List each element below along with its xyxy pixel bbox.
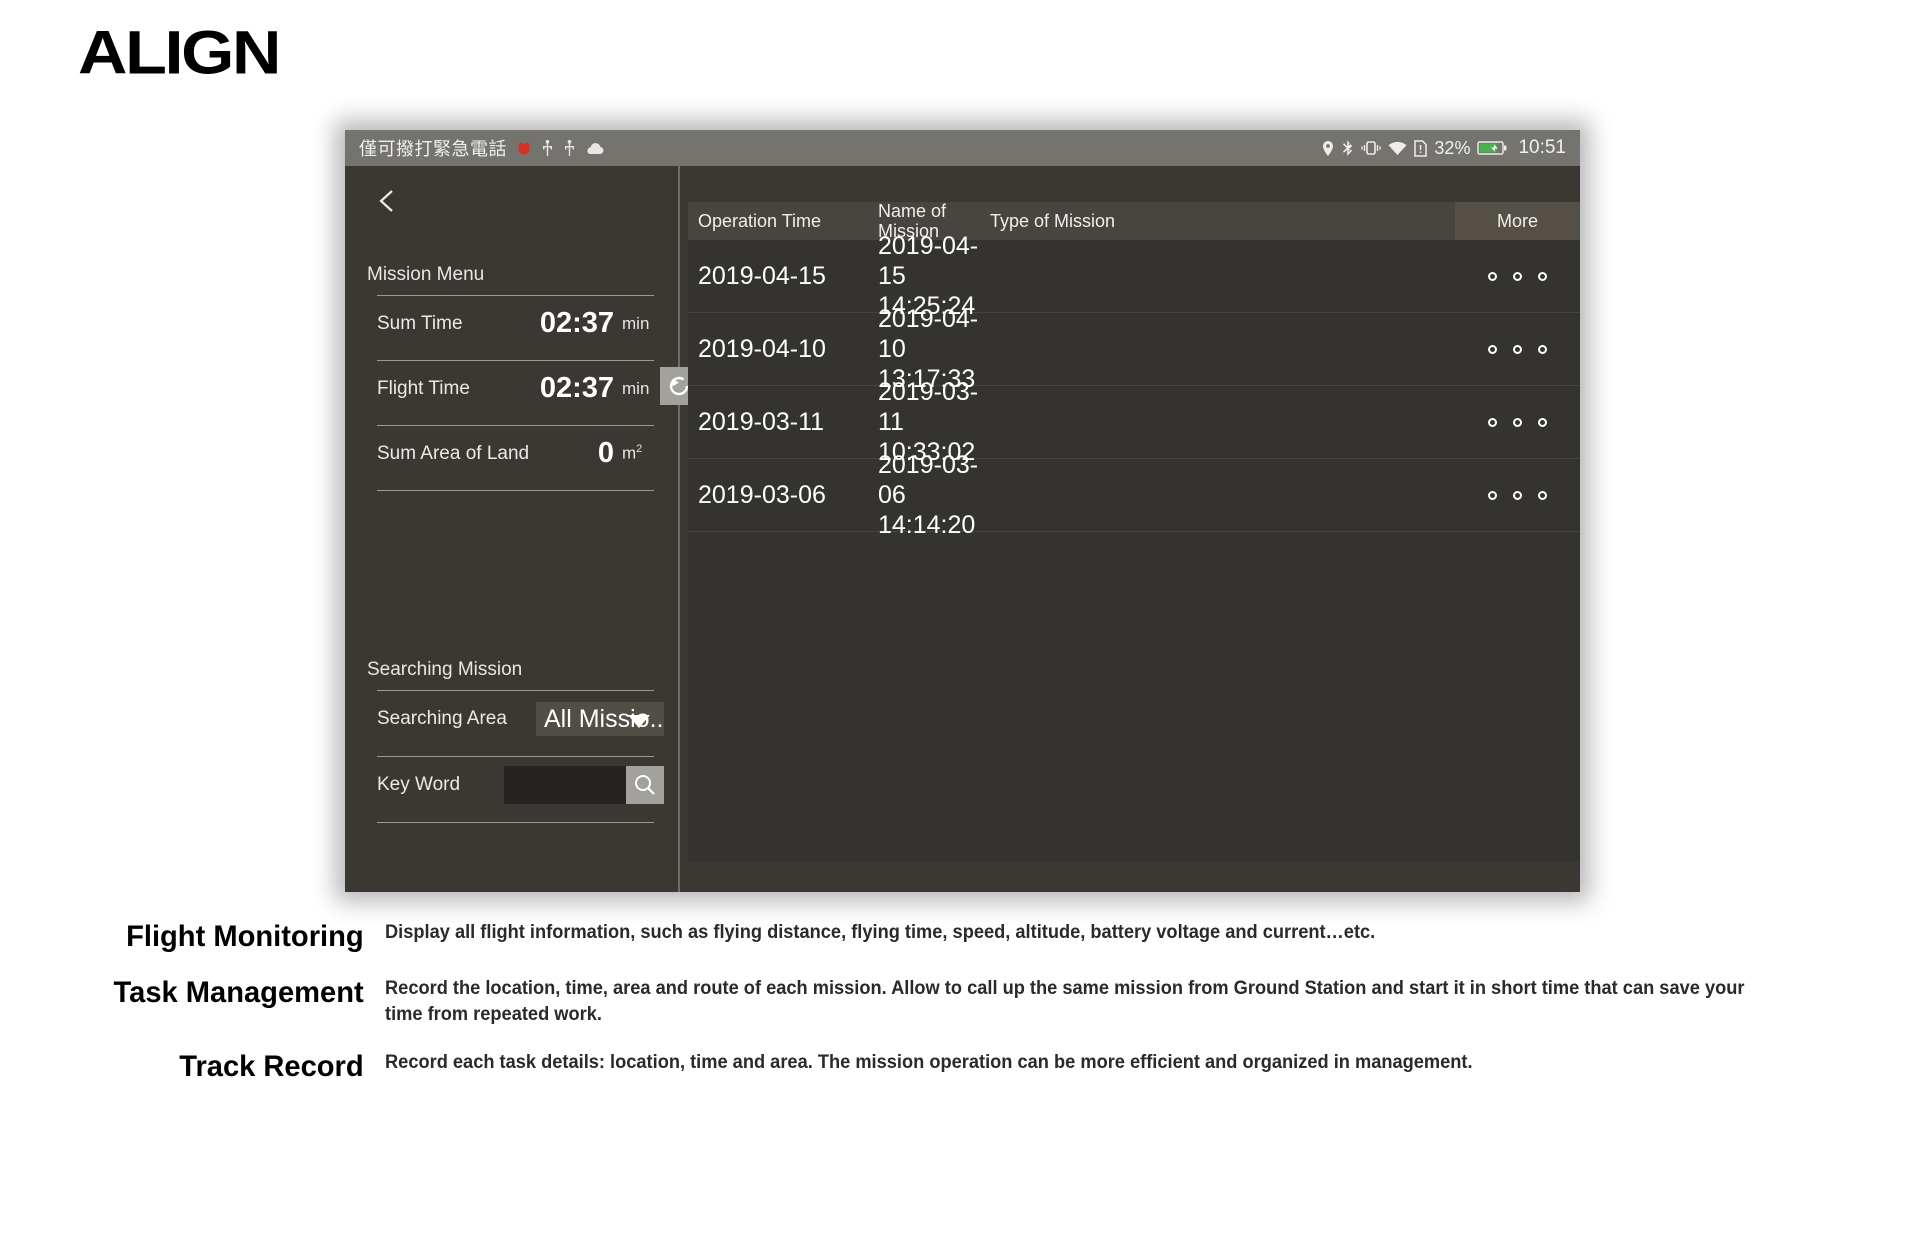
dot <box>1488 490 1497 500</box>
feature-descriptions: Flight Monitoring Display all flight inf… <box>0 920 1920 1106</box>
status-bar-left: 僅可撥打緊急電話 <box>359 135 604 161</box>
dot <box>1488 271 1497 281</box>
stat-row-sum-area: Sum Area of Land 0 m2 <box>377 426 664 481</box>
cell-name-of-mission: 2019-03-06 14:14:20 <box>878 451 979 539</box>
feature-term: Task Management <box>113 976 364 1009</box>
usb-icon <box>541 139 554 157</box>
divider <box>377 822 654 823</box>
key-word-label: Key Word <box>377 774 461 795</box>
stat-unit: min <box>622 378 650 398</box>
cell-operation-time: 2019-03-11 <box>698 407 825 436</box>
chevron-down-icon <box>628 715 650 728</box>
dot <box>1513 271 1522 281</box>
battery-charging-icon <box>1477 140 1507 156</box>
dot <box>1488 344 1497 354</box>
stat-row-flight-time: Flight Time 02:37 min <box>377 361 698 416</box>
more-dots-icon[interactable] <box>1455 271 1580 281</box>
dot <box>1488 417 1497 427</box>
column-header-more[interactable]: More <box>1455 202 1580 240</box>
feature-description: Record each task details: location, time… <box>385 1052 1473 1073</box>
carrier-text: 僅可撥打緊急電話 <box>359 139 507 159</box>
stat-unit: min <box>622 313 650 333</box>
more-dots-icon[interactable] <box>1455 417 1580 427</box>
cell-operation-time: 2019-04-15 <box>698 261 826 290</box>
feature-row-flight-monitoring: Flight Monitoring Display all flight inf… <box>0 920 1920 954</box>
cell-operation-time: 2019-04-10 <box>698 334 826 363</box>
table-row[interactable]: 2019-04-10 2019-04-10 13:17:33 <box>688 305 1580 393</box>
stat-label: Sum Time <box>377 312 463 334</box>
more-dots-icon[interactable] <box>1455 344 1580 354</box>
sim-alert-icon <box>1414 139 1428 157</box>
stat-label: Flight Time <box>377 377 470 399</box>
search-input[interactable] <box>504 766 626 804</box>
dot <box>1538 271 1547 281</box>
battery-percent: 32% <box>1434 137 1471 158</box>
stat-value: 0 <box>597 437 614 469</box>
dot <box>1513 417 1522 427</box>
app-body: Mission Menu Sum Time 02:37 min Flight T… <box>345 166 1580 892</box>
table-row[interactable]: 2019-03-06 2019-03-06 14:14:20 <box>688 451 1580 539</box>
stat-unit: m2 <box>622 443 643 463</box>
status-bar-clock: 10:51 <box>1518 137 1566 158</box>
table-row[interactable]: 2019-03-11 2019-03-11 10:33:02 <box>688 378 1580 466</box>
feature-term: Track Record <box>179 1050 364 1083</box>
searching-area-dropdown[interactable]: All Missio.. <box>536 702 664 736</box>
stat-value: 02:37 <box>539 307 614 339</box>
feature-description: Record the location, time, area and rout… <box>385 978 1745 1025</box>
status-bar-right: 32% 10:51 <box>1321 137 1566 159</box>
location-pin-icon <box>1321 140 1335 157</box>
alarm-red-icon <box>516 140 532 156</box>
feature-row-track-record: Track Record Record each task details: l… <box>0 1050 1920 1084</box>
table-row[interactable]: 2019-04-15 2019-04-15 14:25:24 <box>688 232 1580 320</box>
column-header-type-of-mission[interactable]: Type of Mission <box>980 202 1451 240</box>
bluetooth-icon <box>1342 139 1354 157</box>
more-dots-icon[interactable] <box>1455 490 1580 500</box>
table-empty-area <box>688 532 1580 862</box>
searching-area-row: Searching Area All Missio.. <box>377 691 664 747</box>
dot <box>1513 490 1522 500</box>
mission-table: Operation Time Name of Mission Type of M… <box>688 202 1580 862</box>
feature-term: Flight Monitoring <box>126 920 364 953</box>
table-header-row: Operation Time Name of Mission Type of M… <box>688 202 1580 240</box>
chevron-left-icon <box>379 190 393 212</box>
dot <box>1538 417 1547 427</box>
vibrate-icon <box>1361 140 1382 156</box>
feature-row-task-management: Task Management Record the location, tim… <box>0 976 1920 1028</box>
cell-operation-time: 2019-03-06 <box>698 480 826 509</box>
cloud-icon <box>585 142 604 155</box>
stat-row-sum-time: Sum Time 02:37 min <box>377 296 664 351</box>
sidebar: Mission Menu Sum Time 02:37 min Flight T… <box>345 166 698 892</box>
mission-table-panel: Operation Time Name of Mission Type of M… <box>680 166 1580 892</box>
search-button[interactable] <box>626 766 664 804</box>
feature-description: Display all flight information, such as … <box>385 922 1376 943</box>
usb-icon <box>563 139 576 157</box>
dot <box>1538 344 1547 354</box>
mission-menu-title: Mission Menu <box>367 264 485 285</box>
stat-value: 02:37 <box>539 372 614 404</box>
dot <box>1513 344 1522 354</box>
searching-area-label: Searching Area <box>377 708 507 729</box>
android-status-bar: 僅可撥打緊急電話 32% 10:51 <box>345 130 1580 166</box>
column-header-operation-time[interactable]: Operation Time <box>688 202 868 240</box>
key-word-row: Key Word <box>377 757 664 813</box>
wifi-icon <box>1388 141 1407 156</box>
device-screenshot: 僅可撥打緊急電話 32% 10:51 Mission Menu Sum Time… <box>345 130 1580 892</box>
back-button[interactable] <box>375 188 401 214</box>
search-icon <box>635 775 655 795</box>
stat-label: Sum Area of Land <box>377 442 530 464</box>
searching-mission-title: Searching Mission <box>367 659 523 680</box>
align-logo: ALIGN <box>78 19 281 88</box>
dot <box>1538 490 1547 500</box>
